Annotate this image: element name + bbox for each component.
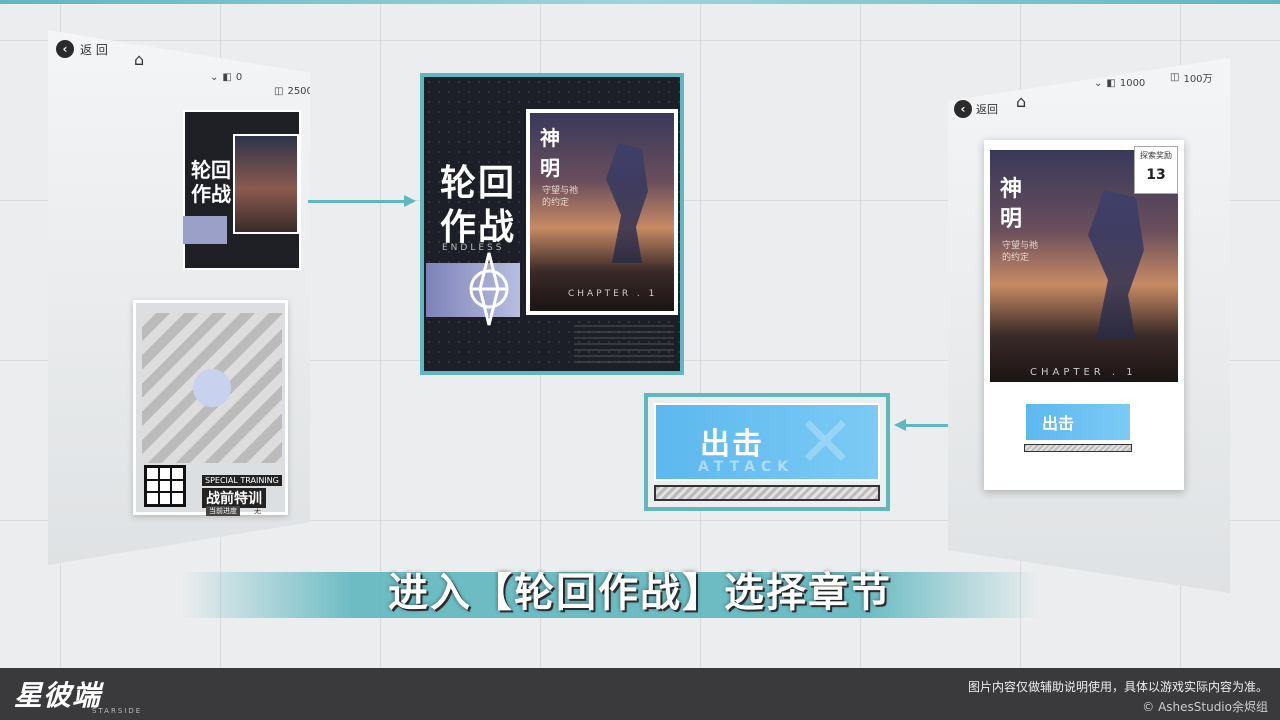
currency-2-right: ◫ 100万 xyxy=(1170,72,1213,85)
left-cover-title: 轮回 作战 xyxy=(191,158,231,206)
top-accent-strip xyxy=(0,0,1280,4)
attack-stripe xyxy=(654,485,880,501)
art-kanji: 神 明 xyxy=(1000,176,1023,232)
training-progress-value: 无 xyxy=(254,507,261,515)
training-art xyxy=(142,313,282,463)
chapter-label: CHAPTER . 1 xyxy=(568,289,658,299)
arrow-line-left xyxy=(308,200,408,203)
art-kanji: 神 明 xyxy=(540,126,560,180)
arrow-right-icon xyxy=(404,195,416,207)
training-cn-label: 战前特训 xyxy=(202,488,266,508)
game-logo: 星彼端 xyxy=(14,679,102,712)
attack-label: 出击 xyxy=(700,427,764,462)
attack-button-small[interactable]: 出击 xyxy=(1024,402,1132,442)
coin-icon: ◫ xyxy=(274,86,284,97)
special-training-card[interactable]: SPECIAL TRAINING 战前特训 当前进度 无 xyxy=(133,300,288,516)
back-button-right[interactable]: ‹ 返回 xyxy=(954,100,998,118)
left-cover-emblem xyxy=(183,216,227,244)
arrow-left-icon xyxy=(894,419,906,431)
training-progress-label: 当前进度 xyxy=(206,506,240,516)
coin-icon: ◫ xyxy=(1170,72,1180,83)
footer-bar: 星彼端 STARSIDE 图片内容仅做辅助说明使用，具体以游戏实际内容为准。 ©… xyxy=(0,668,1280,720)
back-arrow-icon: ‹ xyxy=(56,40,74,58)
left-cover-art xyxy=(233,134,299,234)
copyright-text: © AshesStudio余烬组 xyxy=(1142,700,1268,714)
home-icon[interactable]: ⌂ xyxy=(134,50,144,69)
exploration-reward: 探索奖励 13 xyxy=(1134,146,1178,194)
crossed-swords-icon: ✕ xyxy=(796,403,855,481)
back-arrow-icon: ‹ xyxy=(954,100,972,118)
left-endless-cover[interactable]: 轮回 作战 xyxy=(183,110,301,270)
art-subtitle: 守望与祂的约定 xyxy=(1002,241,1039,263)
training-grid-icon xyxy=(144,465,186,507)
currency-1-right: ⌄ ◧ 1000 xyxy=(1094,78,1146,89)
instruction-caption: 进入【轮回作战】选择章节 xyxy=(388,570,892,616)
chapter-card[interactable]: 神 明 守望与祂的约定 CHAPTER . 1 探索奖励 13 出击 xyxy=(984,140,1184,490)
back-button[interactable]: ‹ 返 回 xyxy=(56,40,108,58)
chevron-down-icon: ⌄ xyxy=(210,72,219,83)
attack-en-label: ATTACK xyxy=(698,459,795,475)
home-icon[interactable]: ⌂ xyxy=(1016,92,1026,111)
art-subtitle: 守望与祂的约定 xyxy=(542,186,579,208)
endless-battle-cover: 轮回 作战 ENDLESS 神 明 守望与祂的约定 CHAPTER . 1 xyxy=(420,73,684,375)
disclaimer-text: 图片内容仅做辅助说明使用，具体以游戏实际内容为准。 xyxy=(967,680,1268,694)
cover-art: 神 明 守望与祂的约定 CHAPTER . 1 xyxy=(526,109,678,315)
training-en-label: SPECIAL TRAINING xyxy=(202,475,282,486)
currency-1: ⌄ ◧ 0 xyxy=(210,72,243,83)
chapter-label: CHAPTER . 1 xyxy=(1030,367,1137,378)
game-logo-sub: STARSIDE xyxy=(92,707,143,715)
cover-title: 轮回 作战 xyxy=(440,162,517,248)
back-label: 返 回 xyxy=(80,42,108,57)
right-phone-panel: ‹ 返回 ⌂ ⌄ ◧ 1000 ◫ 100万 神 明 守望与祂的约定 CHAPT… xyxy=(948,58,1230,593)
currency-2: ◫ 2500 xyxy=(274,86,313,97)
stamina-icon: ◧ xyxy=(1106,78,1116,89)
chevron-down-icon: ⌄ xyxy=(1094,78,1103,89)
attack-highlight-frame: ✕ 出击 ATTACK xyxy=(644,393,890,511)
attack-button[interactable]: ✕ 出击 ATTACK xyxy=(654,403,880,481)
compass-emblem-icon xyxy=(469,252,509,326)
stamina-icon: ◧ xyxy=(222,72,232,83)
